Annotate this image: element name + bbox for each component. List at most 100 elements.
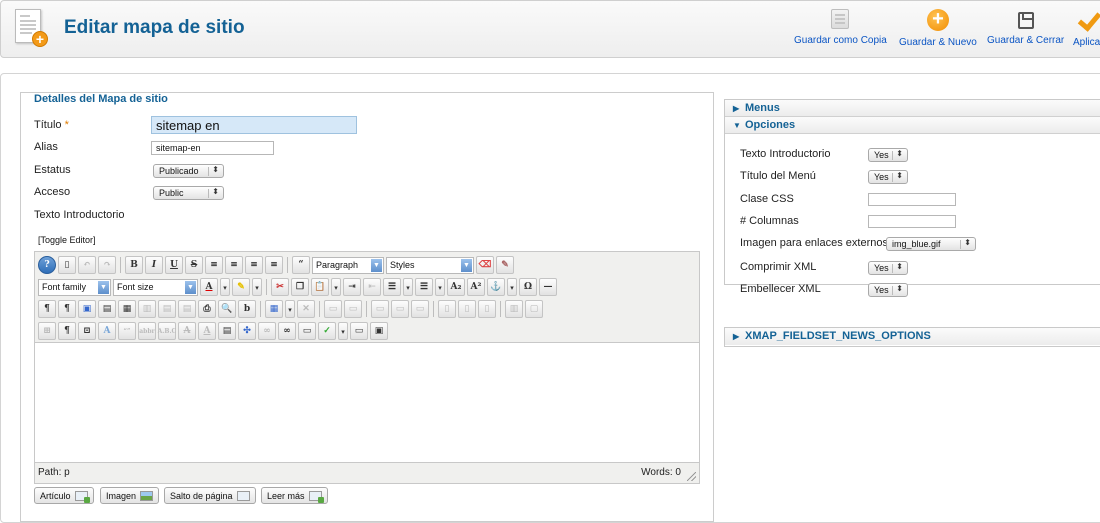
code-icon[interactable]: ▣ xyxy=(370,322,388,340)
undo-icon[interactable]: ↶ xyxy=(78,256,96,274)
alias-input[interactable]: sitemap-en xyxy=(151,141,274,155)
table-dropdown-icon[interactable]: ▾ xyxy=(285,300,295,318)
news-options-accordion-header[interactable]: ▶ XMAP_FIELDSET_NEWS_OPTIONS xyxy=(725,328,1100,345)
align-center-icon[interactable]: ≡ xyxy=(225,256,243,274)
article-button[interactable]: Artículo xyxy=(34,487,94,504)
col-before-icon[interactable]: ▯ xyxy=(438,300,456,318)
cite-icon[interactable]: “” xyxy=(118,322,136,340)
print-icon[interactable]: ⎙ xyxy=(198,300,216,318)
row-props-icon[interactable]: ▭ xyxy=(371,300,389,318)
visual-aid-icon[interactable]: ⊞ xyxy=(38,322,56,340)
rtl-icon[interactable]: ¶ xyxy=(58,300,76,318)
anchor-dropdown-icon[interactable]: ▾ xyxy=(507,278,517,296)
bullet-list-icon[interactable]: ☰ xyxy=(383,278,401,296)
style-props-icon[interactable]: A xyxy=(98,322,116,340)
abbreviation-icon[interactable]: abbr xyxy=(138,322,156,340)
bold-icon[interactable]: B xyxy=(125,256,143,274)
help-icon[interactable]: ? xyxy=(38,256,56,274)
merge-cells-icon[interactable]: ▢ xyxy=(525,300,543,318)
options-accordion-header[interactable]: ▼ Opciones xyxy=(725,117,1100,134)
indent-icon[interactable]: ⇥ xyxy=(343,278,361,296)
link-icon[interactable]: ∞ xyxy=(258,322,276,340)
resize-grip-icon[interactable] xyxy=(687,472,696,481)
intro-text-select[interactable]: Yes ⬍ xyxy=(868,148,908,162)
external-image-select[interactable]: img_blue.gif ⬍ xyxy=(886,237,976,251)
eraser-icon[interactable]: ⌫ xyxy=(476,256,494,274)
ltr-icon[interactable]: ¶ xyxy=(38,300,56,318)
table-icon[interactable]: ▦ xyxy=(265,300,283,318)
styles-select[interactable]: Styles ▼ xyxy=(386,256,474,274)
spellcheck-icon[interactable]: ✓ xyxy=(318,322,336,340)
fullscreen-icon[interactable]: ▣ xyxy=(78,300,96,318)
save-as-copy-button[interactable]: Guardar como Copia xyxy=(794,9,887,53)
bullet-list-dropdown-icon[interactable]: ▾ xyxy=(403,278,413,296)
move-backward-icon[interactable]: ▤ xyxy=(178,300,196,318)
delete-text-icon[interactable]: A xyxy=(178,322,196,340)
new-document-icon[interactable]: ▯ xyxy=(58,256,76,274)
compress-xml-select[interactable]: Yes ⬍ xyxy=(868,261,908,275)
horizontal-rule-icon[interactable]: — xyxy=(539,278,557,296)
cell-props-icon[interactable]: ▭ xyxy=(391,300,409,318)
unlink-icon[interactable]: ∞ xyxy=(278,322,296,340)
font-family-select[interactable]: Font family ▼ xyxy=(38,278,111,296)
save-and-close-button[interactable]: Guardar & Cerrar xyxy=(987,9,1064,53)
editor-content-area[interactable] xyxy=(35,343,699,463)
beautify-xml-select[interactable]: Yes ⬍ xyxy=(868,283,908,297)
nonbreaking-icon[interactable]: ⊡ xyxy=(78,322,96,340)
paste-icon[interactable]: 📋 xyxy=(311,278,329,296)
align-right-icon[interactable]: ≡ xyxy=(245,256,263,274)
media-icon[interactable]: ✣ xyxy=(238,322,256,340)
numbered-list-icon[interactable]: ☰ xyxy=(415,278,433,296)
image-button[interactable]: Imagen xyxy=(100,487,160,504)
subscript-icon[interactable]: A₂ xyxy=(447,278,465,296)
italic-icon[interactable]: I xyxy=(145,256,163,274)
superscript-icon[interactable]: A² xyxy=(467,278,485,296)
acronym-icon[interactable]: A.B.C xyxy=(158,322,176,340)
col-after-icon[interactable]: ▯ xyxy=(458,300,476,318)
find-replace-icon[interactable]: b xyxy=(238,300,256,318)
anchor-icon[interactable]: ⚓ xyxy=(487,278,505,296)
image-icon[interactable]: ▭ xyxy=(298,322,316,340)
redo-icon[interactable]: ↷ xyxy=(98,256,116,274)
row-before-icon[interactable]: ▭ xyxy=(324,300,342,318)
clean-up-icon[interactable]: ✎ xyxy=(496,256,514,274)
save-and-new-button[interactable]: + Guardar & Nuevo xyxy=(899,9,977,53)
row-after-icon[interactable]: ▭ xyxy=(344,300,362,318)
strikethrough-icon[interactable]: S xyxy=(185,256,203,274)
title-input[interactable]: sitemap en xyxy=(151,116,357,134)
paste-dropdown-icon[interactable]: ▾ xyxy=(331,278,341,296)
apply-button[interactable]: Aplicar xyxy=(1073,9,1100,53)
highlight-color-icon[interactable]: ✎ xyxy=(232,278,250,296)
menu-title-select[interactable]: Yes ⬍ xyxy=(868,170,908,184)
spellcheck-dropdown-icon[interactable]: ▾ xyxy=(338,322,348,340)
menus-accordion-header[interactable]: ▶ Menus xyxy=(725,100,1100,117)
copy-text-icon[interactable]: ❐ xyxy=(291,278,309,296)
show-blocks-icon[interactable]: ¶ xyxy=(58,322,76,340)
css-class-input[interactable] xyxy=(868,193,956,206)
split-cells-icon[interactable]: ▥ xyxy=(505,300,523,318)
outdent-icon[interactable]: ⇤ xyxy=(363,278,381,296)
blockquote-icon[interactable]: “ xyxy=(292,256,310,274)
align-left-icon[interactable]: ≡ xyxy=(205,256,223,274)
special-char-icon[interactable]: Ω xyxy=(519,278,537,296)
insert-template-icon[interactable]: ▤ xyxy=(98,300,116,318)
insert-text-icon[interactable]: A xyxy=(198,322,216,340)
text-color-icon[interactable]: A xyxy=(200,278,218,296)
read-more-button[interactable]: Leer más xyxy=(261,487,328,504)
find-icon[interactable]: 🔍 xyxy=(218,300,236,318)
delete-table-icon[interactable]: ✕ xyxy=(297,300,315,318)
attributes-icon[interactable]: ▤ xyxy=(218,322,236,340)
page-break-button[interactable]: Salto de página xyxy=(164,487,256,504)
toggle-editor-link[interactable]: [Toggle Editor] xyxy=(38,235,96,245)
cut-icon[interactable]: ✂ xyxy=(271,278,289,296)
insert-date-icon[interactable]: ▦ xyxy=(118,300,136,318)
format-select[interactable]: Paragraph ▼ xyxy=(312,256,384,274)
underline-icon[interactable]: U xyxy=(165,256,183,274)
hr-icon[interactable]: ▭ xyxy=(350,322,368,340)
delete-col-icon[interactable]: ▯ xyxy=(478,300,496,318)
columns-input[interactable] xyxy=(868,215,956,228)
text-color-dropdown-icon[interactable]: ▾ xyxy=(220,278,230,296)
highlight-dropdown-icon[interactable]: ▾ xyxy=(252,278,262,296)
insert-layer-icon[interactable]: ▥ xyxy=(138,300,156,318)
status-select[interactable]: Publicado ⬍ xyxy=(153,164,224,178)
